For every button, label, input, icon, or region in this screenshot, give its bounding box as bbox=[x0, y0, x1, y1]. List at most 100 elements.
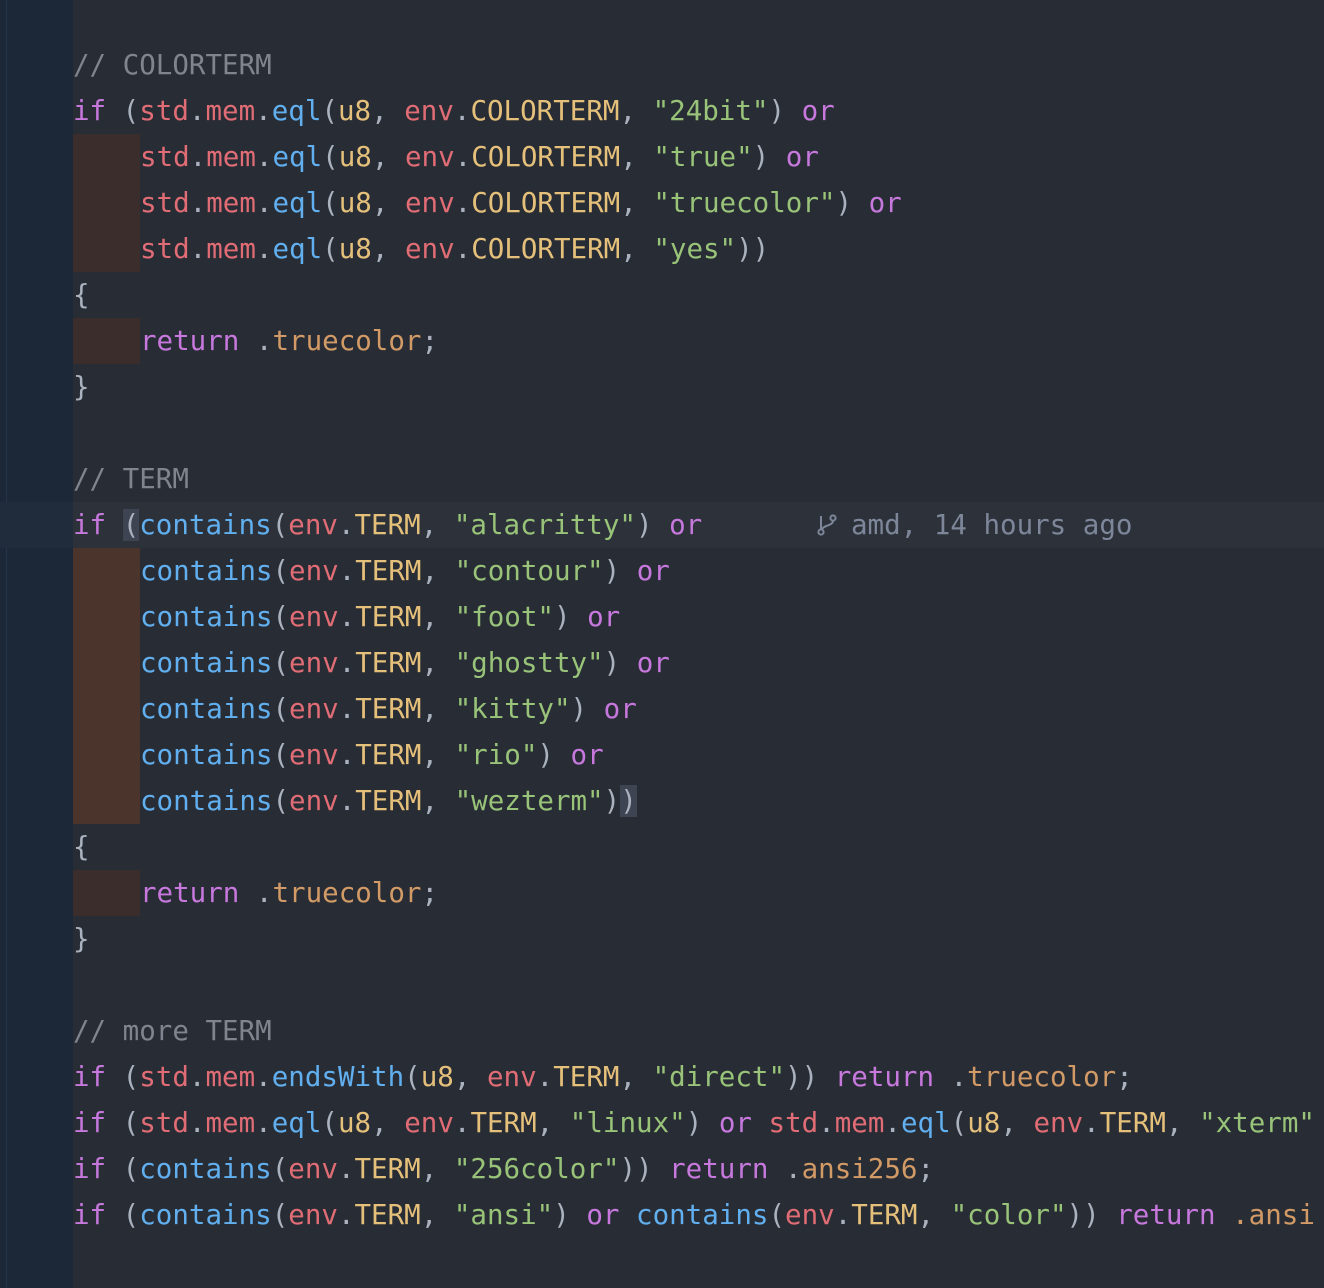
code-token: mem bbox=[206, 233, 256, 265]
code-line[interactable]: { bbox=[0, 824, 1324, 870]
code-token: . bbox=[338, 785, 356, 817]
code-token: . bbox=[255, 1107, 272, 1139]
code-token: { bbox=[73, 831, 90, 863]
code-line[interactable]: if (contains(env.TERM, "ansi") or contai… bbox=[0, 1192, 1324, 1238]
code-line[interactable]: contains(env.TERM, "foot") or bbox=[0, 594, 1324, 640]
code-token: . bbox=[239, 877, 273, 909]
code-token: "ansi" bbox=[453, 1199, 554, 1231]
code-token: contains bbox=[139, 1153, 272, 1185]
code-line[interactable]: } bbox=[0, 916, 1324, 962]
indent-guide bbox=[73, 594, 140, 640]
code-token: "yes" bbox=[653, 233, 737, 265]
code-line[interactable] bbox=[0, 410, 1324, 456]
code-token: env bbox=[1033, 1107, 1084, 1139]
code-token: or bbox=[636, 555, 670, 587]
code-token: u8 bbox=[420, 1061, 454, 1093]
blame-text: amd, 14 hours ago bbox=[851, 509, 1133, 541]
code-token: env bbox=[288, 509, 338, 541]
code-token: TERM bbox=[355, 601, 422, 633]
code-line[interactable]: contains(env.TERM, "contour") or bbox=[0, 548, 1324, 594]
code-token: "truecolor" bbox=[653, 187, 836, 219]
code-token: return bbox=[140, 325, 240, 357]
code-token: . bbox=[189, 187, 207, 219]
code-line-text: return .truecolor; bbox=[140, 870, 438, 916]
code-token: env bbox=[289, 601, 339, 633]
code-token: "foot" bbox=[454, 601, 554, 633]
code-token: . bbox=[255, 95, 272, 127]
indent-guide bbox=[73, 870, 140, 916]
code-token: ( bbox=[950, 1107, 968, 1139]
code-token: or bbox=[587, 601, 621, 633]
code-token: std bbox=[768, 1107, 819, 1139]
code-token: )) bbox=[1066, 1199, 1117, 1231]
code-token: TERM bbox=[553, 1061, 620, 1093]
code-token: mem bbox=[834, 1107, 885, 1139]
code-line[interactable]: contains(env.TERM, "wezterm")) bbox=[0, 778, 1324, 824]
code-token: std bbox=[139, 1107, 189, 1139]
code-token: ) bbox=[685, 1107, 719, 1139]
code-token: , bbox=[371, 187, 405, 219]
code-line[interactable]: contains(env.TERM, "kitty") or bbox=[0, 686, 1324, 732]
code-line[interactable]: std.mem.eql(u8, env.COLORTERM, "true") o… bbox=[0, 134, 1324, 180]
code-line-text: { bbox=[73, 272, 90, 318]
code-token: "contour" bbox=[454, 555, 604, 587]
code-token: endsWith bbox=[271, 1061, 405, 1093]
code-token: "xterm" bbox=[1199, 1107, 1315, 1139]
code-line[interactable]: contains(env.TERM, "rio") or bbox=[0, 732, 1324, 778]
code-token: std bbox=[139, 95, 189, 127]
code-line[interactable]: // more TERM bbox=[0, 1008, 1324, 1054]
code-token: , bbox=[421, 647, 455, 679]
code-area[interactable]: // COLORTERM if (std.mem.eql(u8, env.COLO… bbox=[0, 42, 1324, 1238]
code-token: ( bbox=[272, 693, 290, 725]
code-line-text: contains(env.TERM, "contour") or bbox=[140, 548, 670, 594]
code-token: contains bbox=[636, 1199, 769, 1231]
code-token: ( bbox=[271, 509, 289, 541]
code-token: , bbox=[371, 141, 405, 173]
code-token: . bbox=[338, 647, 356, 679]
code-token: env bbox=[404, 1107, 454, 1139]
code-line-text: contains(env.TERM, "kitty") or bbox=[140, 686, 637, 732]
code-token: ( bbox=[322, 141, 339, 173]
code-line[interactable]: if (std.mem.eql(u8, env.TERM, "linux") o… bbox=[0, 1100, 1324, 1146]
code-token: . bbox=[255, 187, 273, 219]
code-token: , bbox=[371, 1107, 405, 1139]
code-line-text: // COLORTERM bbox=[73, 42, 272, 88]
code-token: or bbox=[603, 693, 637, 725]
code-line[interactable]: contains(env.TERM, "ghostty") or bbox=[0, 640, 1324, 686]
code-line[interactable]: { bbox=[0, 272, 1324, 318]
code-token: ; bbox=[1116, 1061, 1133, 1093]
code-token: std bbox=[140, 233, 190, 265]
code-token: env bbox=[289, 555, 339, 587]
code-line[interactable]: if (contains(env.TERM, "256color")) retu… bbox=[0, 1146, 1324, 1192]
code-line[interactable]: return .truecolor; bbox=[0, 318, 1324, 364]
code-token: COLORTERM bbox=[471, 233, 621, 265]
code-token: return bbox=[669, 1153, 769, 1185]
code-line-text: return .truecolor; bbox=[140, 318, 438, 364]
code-token: "linux" bbox=[569, 1107, 686, 1139]
code-token: )) bbox=[736, 233, 770, 265]
code-token: ( bbox=[106, 1153, 140, 1185]
code-token: COLORTERM bbox=[471, 187, 621, 219]
code-token: contains bbox=[139, 1199, 272, 1231]
code-line[interactable]: // TERM bbox=[0, 456, 1324, 502]
code-token: , bbox=[620, 141, 654, 173]
code-line[interactable]: } bbox=[0, 364, 1324, 410]
code-token: env bbox=[785, 1199, 835, 1231]
code-line[interactable] bbox=[0, 962, 1324, 1008]
code-line[interactable]: return .truecolor; bbox=[0, 870, 1324, 916]
code-token: . bbox=[188, 1061, 206, 1093]
code-token: or bbox=[868, 187, 902, 219]
code-token: ; bbox=[421, 325, 439, 357]
code-token: if bbox=[73, 95, 107, 127]
code-token: TERM bbox=[355, 785, 422, 817]
code-token: "wezterm" bbox=[454, 785, 604, 817]
code-line[interactable]: if (std.mem.endsWith(u8, env.TERM, "dire… bbox=[0, 1054, 1324, 1100]
code-line-text: if (contains(env.TERM, "alacritty") or bbox=[73, 502, 702, 548]
code-editor[interactable]: // COLORTERM if (std.mem.eql(u8, env.COLO… bbox=[0, 0, 1324, 1288]
code-line[interactable]: // COLORTERM bbox=[0, 42, 1324, 88]
code-line[interactable]: if (contains(env.TERM, "alacritty") or am… bbox=[0, 502, 1324, 548]
code-line[interactable]: if (std.mem.eql(u8, env.COLORTERM, "24bi… bbox=[0, 88, 1324, 134]
code-token: . bbox=[188, 95, 206, 127]
code-line[interactable]: std.mem.eql(u8, env.COLORTERM, "yes")) bbox=[0, 226, 1324, 272]
code-line[interactable]: std.mem.eql(u8, env.COLORTERM, "truecolo… bbox=[0, 180, 1324, 226]
